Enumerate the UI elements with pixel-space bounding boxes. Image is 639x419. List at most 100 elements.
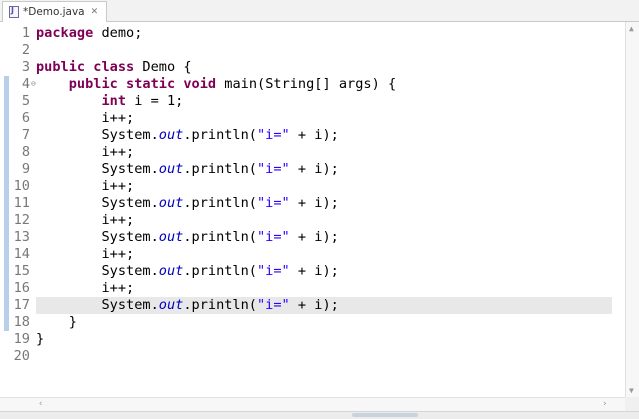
- line-number: 12: [13, 212, 30, 228]
- field-token: out: [158, 263, 184, 279]
- java-file-icon: [9, 6, 19, 18]
- scroll-up-icon[interactable]: ▲: [629, 24, 634, 33]
- code-text: public class Demo {: [36, 59, 192, 76]
- string-token: "i=": [257, 229, 290, 245]
- line-number: 18: [13, 314, 30, 330]
- line-number: 2: [21, 42, 30, 58]
- code-line[interactable]: 9 System.out.println("i=" + i);: [0, 161, 625, 178]
- code-text: i++;: [36, 246, 134, 263]
- code-line[interactable]: 12 i++;: [0, 212, 625, 229]
- code-line[interactable]: 18 }: [0, 314, 625, 331]
- code-text: System.out.println("i=" + i);: [36, 161, 339, 178]
- code-text: System.out.println("i=" + i);: [36, 195, 338, 212]
- code-token: System.: [36, 297, 159, 313]
- keyword-token: void: [183, 76, 217, 92]
- code-token: System.: [36, 127, 159, 143]
- code-editor[interactable]: 1 package demo; 2 3 public class Demo {4 ⊖ pu…: [0, 22, 625, 397]
- field-token: out: [158, 297, 184, 313]
- code-token: .println(: [183, 229, 257, 245]
- line-number: 7: [21, 127, 30, 143]
- code-token: demo;: [93, 25, 143, 41]
- code-token: .println(: [183, 127, 257, 143]
- code-line[interactable]: 15 System.out.println("i=" + i);: [0, 263, 625, 280]
- code-line[interactable]: 16 i++;: [0, 280, 625, 297]
- code-line[interactable]: 7 System.out.println("i=" + i);: [0, 127, 625, 144]
- close-icon[interactable]: ✕: [91, 7, 99, 17]
- scroll-left-icon[interactable]: ‹: [38, 399, 43, 409]
- line-number: 14: [13, 246, 30, 262]
- code-token: }: [36, 331, 45, 347]
- code-token: i++;: [36, 178, 135, 194]
- code-text: System.out.println("i=" + i);: [36, 297, 339, 314]
- line-number: 9: [21, 161, 30, 177]
- string-token: "i=": [257, 127, 290, 143]
- code-line[interactable]: 11 System.out.println("i=" + i);: [0, 195, 625, 212]
- code-line[interactable]: 10 i++;: [0, 178, 625, 195]
- code-token: i++;: [36, 144, 135, 160]
- code-token: .println(: [183, 161, 257, 177]
- line-number: 17: [13, 297, 30, 313]
- code-token: }: [36, 314, 77, 330]
- line-number: 4: [21, 76, 30, 92]
- code-line[interactable]: 1 package demo;: [0, 25, 625, 42]
- code-token: .println(: [183, 297, 257, 313]
- code-line[interactable]: 3 public class Demo {: [0, 59, 625, 76]
- keyword-token: public: [36, 59, 86, 75]
- field-token: out: [158, 161, 184, 177]
- code-text: System.out.println("i=" + i);: [36, 127, 339, 144]
- code-line[interactable]: 20: [0, 348, 625, 365]
- code-token: + i);: [289, 263, 339, 279]
- code-token: System.: [36, 161, 159, 177]
- string-token: "i=": [257, 195, 290, 211]
- keyword-token: static: [126, 76, 176, 92]
- code-line[interactable]: 8 i++;: [0, 144, 625, 161]
- code-token: i++;: [36, 110, 135, 126]
- code-text: }: [36, 314, 77, 331]
- line-number: 16: [13, 280, 30, 296]
- code-token: + i);: [289, 127, 339, 143]
- code-token: i++;: [36, 246, 135, 262]
- line-number: 8: [21, 144, 30, 160]
- code-line[interactable]: 6 i++;: [0, 110, 625, 127]
- scroll-right-icon[interactable]: ›: [602, 399, 607, 409]
- code-token: + i);: [289, 161, 339, 177]
- code-token: i = 1;: [126, 93, 184, 109]
- code-token: System.: [36, 263, 159, 279]
- code-text: public static void main(String[] args) {: [36, 76, 396, 93]
- code-line[interactable]: 14 i++;: [0, 246, 625, 263]
- keyword-token: class: [93, 59, 135, 75]
- line-number: 20: [13, 348, 30, 364]
- tab-demo-java[interactable]: *Demo.java ✕: [2, 1, 108, 22]
- code-line[interactable]: 17 System.out.println("i=" + i);: [14, 297, 612, 314]
- code-token: i++;: [36, 212, 135, 228]
- string-token: "i=": [257, 161, 290, 177]
- code-text: i++;: [36, 212, 134, 229]
- code-text: i++;: [36, 110, 134, 127]
- code-text: }: [36, 331, 44, 348]
- resize-handle[interactable]: [352, 413, 418, 417]
- line-number: 6: [21, 110, 30, 126]
- field-token: out: [158, 195, 184, 211]
- vertical-scrollbar[interactable]: ▲ ▼: [625, 22, 639, 397]
- code-line[interactable]: 4 ⊖ public static void main(String[] args…: [0, 76, 625, 93]
- code-line[interactable]: 5 int i = 1;: [0, 93, 625, 110]
- code-token: main(String[] args) {: [216, 76, 397, 92]
- editor-tab-bar: *Demo.java ✕: [0, 0, 639, 22]
- line-number: 3: [21, 59, 30, 75]
- code-token: System.: [36, 195, 159, 211]
- code-token: Demo {: [134, 59, 192, 75]
- code-text: package demo;: [36, 25, 142, 42]
- code-text: i++;: [36, 280, 134, 297]
- code-line[interactable]: 2: [0, 42, 625, 59]
- scroll-down-icon[interactable]: ▼: [629, 386, 634, 395]
- code-line[interactable]: 19}: [0, 331, 625, 348]
- line-number: 5: [21, 93, 30, 109]
- code-text: System.out.println("i=" + i);: [36, 263, 339, 280]
- scrollbar-corner: [625, 397, 639, 411]
- code-line[interactable]: 13 System.out.println("i=" + i);: [0, 229, 625, 246]
- code-token: + i);: [289, 297, 339, 313]
- horizontal-scrollbar[interactable]: ‹ ›: [0, 397, 625, 411]
- keyword-token: public: [68, 76, 118, 92]
